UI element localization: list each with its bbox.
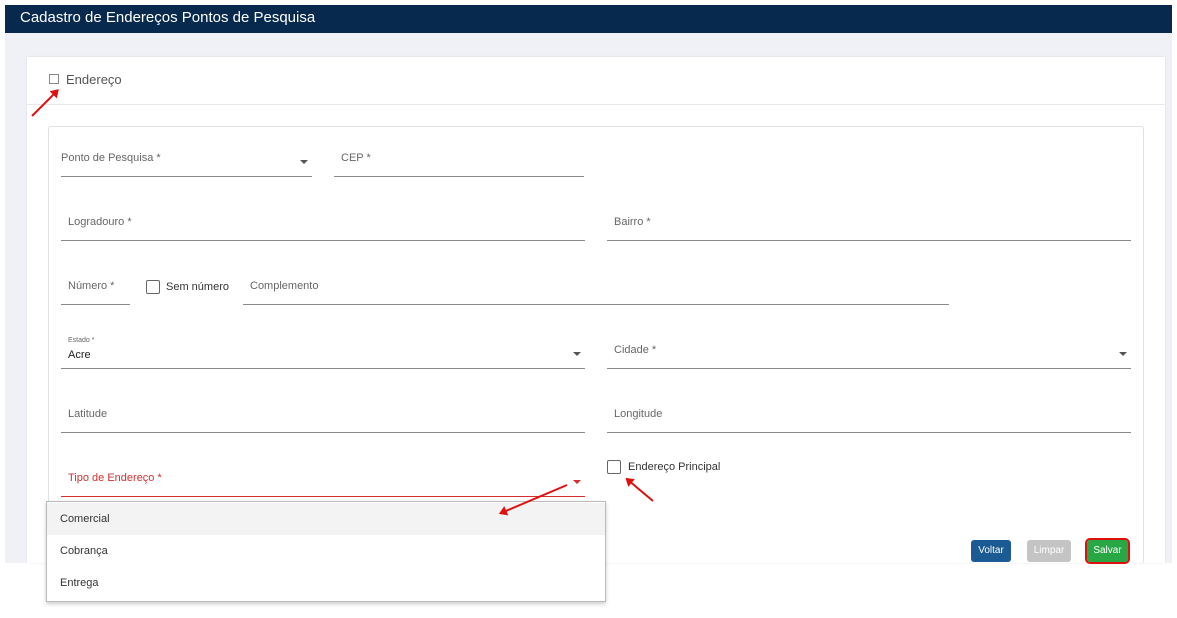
- endereco-principal-checkbox[interactable]: [607, 460, 621, 474]
- longitude-input[interactable]: Longitude: [607, 408, 1131, 433]
- cidade-select[interactable]: Cidade *: [607, 344, 1131, 369]
- endereco-principal-label: Endereço Principal: [628, 461, 721, 473]
- chevron-down-icon: [573, 480, 581, 484]
- ponto-pesquisa-select[interactable]: Ponto de Pesquisa *: [61, 152, 312, 177]
- tipo-endereco-select[interactable]: Tipo de Endereço *: [61, 472, 585, 497]
- tipo-endereco-dropdown: Comercial Cobrança Entrega: [46, 501, 606, 602]
- option-cobranca[interactable]: Cobrança: [47, 535, 605, 567]
- numero-input[interactable]: Número *: [61, 280, 130, 305]
- limpar-button[interactable]: Limpar: [1027, 540, 1071, 562]
- sem-numero-checkbox[interactable]: [146, 280, 160, 294]
- chevron-down-icon: [1119, 352, 1127, 356]
- card-title: Endereço: [66, 72, 122, 87]
- cep-input[interactable]: CEP *: [334, 152, 584, 177]
- bairro-input[interactable]: Bairro *: [607, 216, 1131, 241]
- edit-icon: [49, 74, 59, 84]
- sem-numero-label: Sem número: [166, 281, 229, 293]
- salvar-button[interactable]: Salvar: [1085, 538, 1130, 564]
- page-header: Cadastro de Endereços Pontos de Pesquisa: [5, 5, 1172, 33]
- estado-select[interactable]: Estado * Acre: [61, 337, 585, 369]
- option-entrega[interactable]: Entrega: [47, 567, 605, 599]
- page-title: Cadastro de Endereços Pontos de Pesquisa: [20, 9, 316, 26]
- option-comercial[interactable]: Comercial: [47, 503, 605, 535]
- chevron-down-icon: [573, 352, 581, 356]
- card-header: Endereço: [27, 57, 1165, 105]
- voltar-button[interactable]: Voltar: [971, 540, 1011, 562]
- chevron-down-icon: [300, 160, 308, 164]
- latitude-input[interactable]: Latitude: [61, 408, 585, 433]
- logradouro-input[interactable]: Logradouro *: [61, 216, 585, 241]
- complemento-input[interactable]: Complemento: [243, 280, 949, 305]
